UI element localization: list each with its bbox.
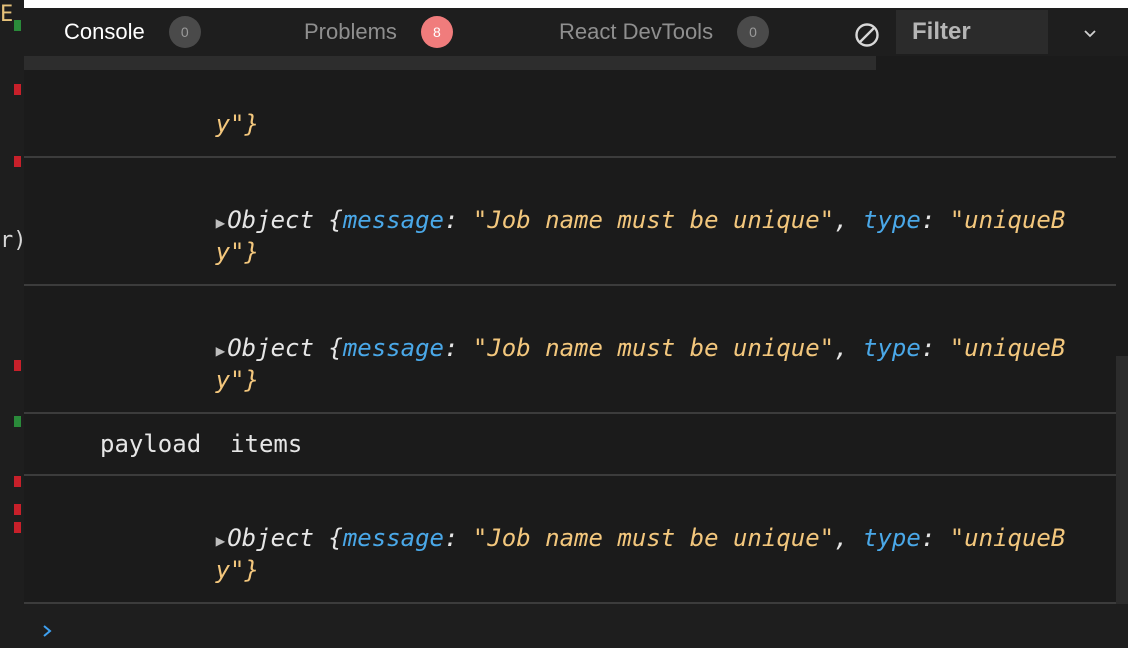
object-value: "Job name must be unique" — [472, 524, 835, 552]
window-top-edge — [24, 0, 1128, 8]
tab-console[interactable]: Console 0 — [64, 8, 201, 56]
log-entry: payload items — [24, 414, 1116, 476]
console-input-row[interactable] — [24, 604, 1128, 648]
gutter-text-top: E — [0, 2, 14, 27]
count-badge: 0 — [168, 16, 201, 48]
filter-field[interactable] — [896, 10, 1054, 54]
tab-label: Problems — [304, 19, 397, 44]
gutter-marker-changed — [14, 360, 21, 371]
console-panel: Console 0 Problems 8 React DevTools 0 y"… — [24, 8, 1128, 648]
gutter-marker-changed — [14, 522, 21, 533]
gutter-marker-changed — [14, 84, 21, 95]
log-entry[interactable]: ▶Object {message: "Job name must be uniq… — [24, 158, 1116, 286]
vertical-scrollbar[interactable] — [1116, 356, 1128, 604]
count-badge: 0 — [737, 16, 770, 48]
gutter-marker-changed — [14, 156, 21, 167]
gutter-marker-changed — [14, 504, 21, 515]
gutter-text-mid: r) — [0, 228, 25, 253]
log-entry[interactable]: ▶Object {message: "Job name must be uniq… — [24, 476, 1116, 604]
filter-input[interactable] — [896, 17, 1054, 47]
log-text: payload items — [100, 430, 303, 458]
object-key: message — [342, 206, 444, 234]
gutter-marker-added — [14, 416, 21, 427]
object-key: message — [342, 334, 444, 362]
log-line-tail: y"} — [215, 366, 259, 394]
tab-label: Console — [64, 19, 145, 44]
object-value: "uniqueB — [949, 206, 1066, 234]
log-line-tail: y"} — [215, 556, 259, 584]
clear-console-icon[interactable] — [854, 22, 880, 48]
log-entry: y"} — [24, 70, 1116, 158]
editor-gutter: E r) — [0, 0, 25, 648]
tab-label: React DevTools — [559, 19, 714, 44]
tab-react-devtools[interactable]: React DevTools 0 — [559, 8, 770, 56]
panel-tab-bar: Console 0 Problems 8 React DevTools 0 — [24, 8, 1128, 56]
tab-problems[interactable]: Problems 8 — [304, 8, 453, 56]
count-badge: 8 — [420, 16, 453, 48]
object-value: "Job name must be unique" — [472, 206, 835, 234]
object-key: message — [342, 524, 444, 552]
gutter-marker-changed — [14, 476, 21, 487]
gutter-marker-added — [14, 20, 21, 31]
horizontal-scrollbar[interactable] — [24, 56, 876, 70]
object-key: type — [863, 524, 921, 552]
chevron-down-icon[interactable] — [1082, 26, 1098, 42]
log-line-tail: y"} — [215, 110, 259, 138]
object-key: type — [863, 206, 921, 234]
object-value: "Job name must be unique" — [472, 334, 835, 362]
log-entry[interactable]: ▶Object {message: "Job name must be uniq… — [24, 286, 1116, 414]
console-output: y"} ▶Object {message: "Job name must be … — [24, 70, 1116, 604]
chevron-right-icon — [43, 625, 52, 637]
object-value: "uniqueB — [949, 524, 1066, 552]
object-key: type — [863, 334, 921, 362]
log-line-tail: y"} — [215, 238, 259, 266]
object-value: "uniqueB — [949, 334, 1066, 362]
